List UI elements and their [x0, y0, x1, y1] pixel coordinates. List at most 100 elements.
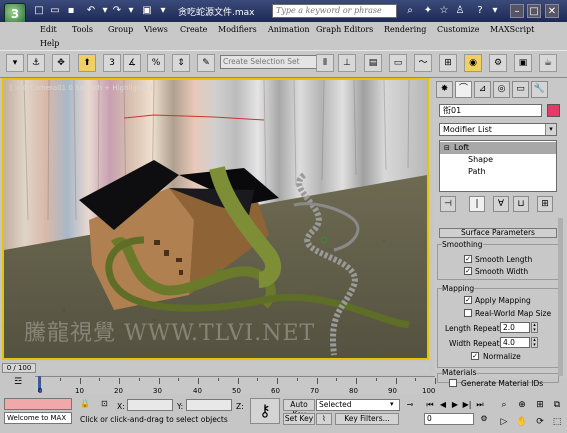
chevron-down-icon[interactable]: ▾	[390, 400, 394, 408]
render-setup-icon[interactable]: ⚙	[489, 54, 507, 72]
help-dropdown-icon[interactable]: ▾	[488, 4, 502, 18]
angle-snap-icon[interactable]: ∡	[123, 54, 141, 72]
pin-stack-icon[interactable]: ⊣	[440, 196, 456, 212]
zoom-extents-icon[interactable]: ⊞	[533, 398, 547, 412]
zoom-extents-all-icon[interactable]: ⧉	[550, 398, 564, 412]
menu-group[interactable]: Group	[108, 25, 133, 34]
open-file-icon[interactable]: ▭	[48, 4, 62, 17]
orbit-icon[interactable]: ⟳	[533, 415, 547, 429]
width-repeat-field[interactable]: 4.0	[500, 337, 530, 348]
unlink-icon[interactable]: ⚓	[27, 54, 45, 72]
time-configuration-icon[interactable]: ⚙	[478, 413, 490, 425]
snap-3d-icon[interactable]: 3	[103, 54, 121, 72]
help-icon[interactable]: ?	[473, 4, 487, 18]
menu-animation[interactable]: Animation	[268, 25, 310, 34]
normalize-checkbox[interactable]: ✓	[471, 352, 479, 360]
field-of-view-icon[interactable]: ▷	[497, 415, 511, 429]
account-icon[interactable]: ♙	[453, 4, 467, 18]
modifier-stack[interactable]: Loft Shape Path ⊟	[439, 140, 557, 192]
generate-material-ids-checkbox[interactable]	[449, 379, 457, 387]
remove-modifier-icon[interactable]: ⊔	[513, 196, 529, 212]
chevron-down-icon[interactable]: ▾	[545, 124, 556, 135]
key-selection-dropdown[interactable]: Selected	[316, 399, 400, 411]
key-toggle-icon[interactable]: ⊸	[404, 399, 416, 411]
search-icon[interactable]: ⌕	[403, 4, 417, 18]
hierarchy-tab-icon[interactable]: ⊿	[474, 81, 491, 98]
select-object-icon[interactable]: ⬆	[78, 54, 96, 72]
modifier-list-dropdown[interactable]: Modifier List	[439, 123, 557, 136]
object-name-field[interactable]: 衔01	[439, 104, 542, 117]
graphite-ribbon-icon[interactable]: ▭	[389, 54, 407, 72]
favorites-star-icon[interactable]: ☆	[437, 4, 451, 18]
project-folder-icon[interactable]: ▣	[140, 4, 154, 17]
maxscript-listener-pink[interactable]	[4, 398, 72, 410]
maximize-viewport-icon[interactable]: ⬚	[550, 415, 564, 429]
maxscript-mini-listener[interactable]: Welcome to MAX	[4, 412, 72, 424]
length-repeat-field[interactable]: 2.0	[500, 322, 530, 333]
mirror-icon[interactable]: ⫴	[316, 54, 334, 72]
lock-selection-icon[interactable]: 🔒	[80, 399, 92, 411]
pan-view-icon[interactable]: ✋	[515, 415, 529, 429]
menu-edit[interactable]: Edit	[40, 25, 57, 34]
search-input[interactable]: Type a keyword or phrase	[272, 4, 397, 18]
mini-curve-editor-icon[interactable]: ☲	[10, 377, 26, 391]
motion-tab-icon[interactable]: ◎	[493, 81, 510, 98]
set-key-button[interactable]: Set Key	[283, 413, 315, 425]
menu-tools[interactable]: Tools	[72, 25, 93, 34]
maximize-button[interactable]: □	[527, 4, 541, 18]
menu-create[interactable]: Create	[180, 25, 207, 34]
real-world-map-size-checkbox[interactable]	[464, 309, 472, 317]
select-link-icon[interactable]: ▾	[6, 54, 24, 72]
viewport-label[interactable]: [ + 0 Camera01 0 Smooth + Highlights ]	[10, 84, 153, 92]
menu-customize[interactable]: Customize	[437, 25, 480, 34]
material-editor-icon[interactable]: ◉	[464, 54, 482, 72]
object-color-swatch[interactable]	[547, 104, 560, 117]
redo-dropdown-icon[interactable]: ▾	[124, 4, 138, 17]
apply-mapping-checkbox[interactable]: ✓	[464, 296, 472, 304]
new-file-icon[interactable]: □	[32, 4, 46, 17]
save-file-icon[interactable]: ▪	[64, 4, 78, 17]
stack-item-loft[interactable]: Loft	[440, 142, 556, 154]
play-icon[interactable]: ▶	[449, 399, 461, 411]
quick-access-dropdown-icon[interactable]: ▾	[156, 4, 170, 17]
current-frame-field[interactable]: 0	[424, 413, 474, 425]
selection-set-dropdown[interactable]: Create Selection Set	[220, 55, 323, 69]
expand-minus-icon[interactable]: ⊟	[444, 144, 450, 152]
schematic-view-icon[interactable]: ⊞	[439, 54, 457, 72]
auto-key-button[interactable]: Auto Key	[283, 399, 315, 419]
render-production-icon[interactable]: ☕	[539, 54, 557, 72]
absolute-mode-icon[interactable]: ⊡	[101, 399, 113, 411]
width-repeat-spinner[interactable]: ▴ ▾	[531, 337, 538, 348]
menu-views[interactable]: Views	[144, 25, 168, 34]
bind-space-warp-icon[interactable]: ✥	[52, 54, 70, 72]
length-repeat-spinner[interactable]: ▴ ▾	[531, 322, 538, 333]
zoom-icon[interactable]: ⌕	[497, 398, 511, 412]
set-key-icon[interactable]: ⚷	[250, 398, 280, 424]
spinner-snap-icon[interactable]: ⇕	[172, 54, 190, 72]
time-slider[interactable]: 0 / 100	[2, 363, 36, 373]
camera-viewport[interactable]: [ + 0 Camera01 0 Smooth + Highlights ] 騰…	[2, 78, 429, 360]
previous-frame-icon[interactable]: ◀	[437, 399, 449, 411]
x-coord-field[interactable]	[127, 399, 173, 411]
display-tab-icon[interactable]: ▭	[512, 81, 529, 98]
menu-rendering[interactable]: Rendering	[384, 25, 426, 34]
modify-tab-icon[interactable]: ⌒	[455, 81, 472, 98]
menu-help[interactable]: Help	[40, 39, 59, 48]
smooth-width-checkbox[interactable]: ✓	[464, 267, 472, 275]
zoom-all-icon[interactable]: ⊕	[515, 398, 529, 412]
menu-graph-editors[interactable]: Graph Editors	[316, 25, 373, 34]
key-filters-button[interactable]: Key Filters...	[335, 413, 399, 425]
smooth-length-checkbox[interactable]: ✓	[464, 255, 472, 263]
menu-modifiers[interactable]: Modifiers	[218, 25, 257, 34]
go-to-start-icon[interactable]: ⏮	[424, 399, 436, 411]
undo-icon[interactable]: ↶	[84, 4, 98, 17]
percent-snap-icon[interactable]: %	[147, 54, 165, 72]
rendered-frame-window-icon[interactable]: ▣	[514, 54, 532, 72]
stack-item-path[interactable]: Path	[440, 166, 556, 178]
utilities-tab-icon[interactable]: 🔧	[531, 81, 548, 98]
surface-parameters-rollout[interactable]: Surface Parameters	[439, 228, 557, 238]
show-end-result-icon[interactable]: |	[469, 196, 485, 212]
go-to-end-icon[interactable]: ⏭	[474, 399, 486, 411]
layer-manager-icon[interactable]: ▤	[364, 54, 382, 72]
key-mode-icon[interactable]: ⌇	[316, 413, 332, 425]
